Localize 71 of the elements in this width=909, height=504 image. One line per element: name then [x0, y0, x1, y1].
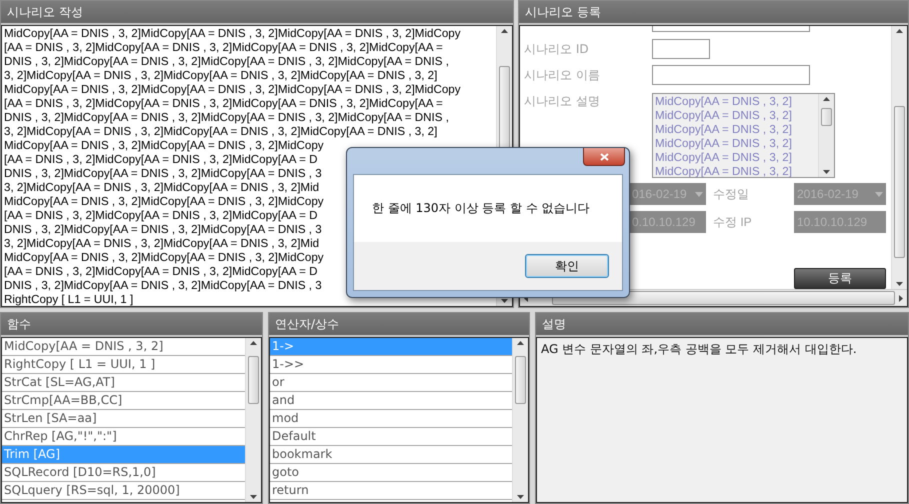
editor-line: [AA = DNIS , 3, 2]MidCopy[AA = DNIS , 3, 2]MidCopy[AA = DNIS , 3, 2]MidCopy[AA =: [4, 97, 443, 111]
input-field[interactable]: [652, 26, 810, 32]
vertical-scrollbar[interactable]: [891, 26, 907, 289]
scroll-down-arrow-icon[interactable]: [517, 495, 524, 499]
list-item[interactable]: and: [270, 392, 512, 410]
editor-line: 3, 2]MidCopy[AA = DNIS , 3, 2]MidCopy[AA = DNIS , 3, 2]Mid: [4, 181, 320, 195]
field-label: 시나리오 ID: [524, 40, 590, 58]
scroll-down-arrow-icon[interactable]: [501, 299, 508, 303]
close-icon: [600, 152, 608, 160]
scrollbar-thumb[interactable]: [821, 108, 832, 126]
vertical-scrollbar[interactable]: [818, 94, 834, 177]
scrollbar-thumb[interactable]: [515, 356, 526, 404]
list-item[interactable]: bookmark: [270, 446, 512, 464]
editor-line: DNIS , 3, 2]MidCopy[AA = DNIS , 3, 2]MidCopy[AA = DNIS , 3: [4, 223, 322, 237]
editor-line: RightCopy [ L1 = UUI, 1 ]: [4, 293, 134, 306]
editor-line: DNIS , 3, 2]MidCopy[AA = DNIS , 3, 2]MidCopy[AA = DNIS , 3: [4, 167, 322, 181]
list-item[interactable]: mod: [270, 410, 512, 428]
editor-line: DNIS , 3, 2]MidCopy[AA = DNIS , 3, 2]MidCopy[AA = DNIS , 3, 2]MidCopy[AA = DNIS ,: [4, 111, 449, 125]
scroll-down-arrow-icon[interactable]: [823, 170, 830, 174]
editor-line: DNIS , 3, 2]MidCopy[AA = DNIS , 3, 2]MidCopy[AA = DNIS , 3, 2]MidCopy[AA = DNIS ,: [4, 55, 449, 69]
editor-line: MidCopy[AA = DNIS , 3, 2]MidCopy[AA = DNIS , 3, 2]MidCopy[AA = DNIS , 3, 2]MidCopy: [4, 27, 461, 41]
editor-line: 3, 2]MidCopy[AA = DNIS , 3, 2]MidCopy[AA = DNIS , 3, 2]MidCopy[AA = DNIS , 3, 2]: [4, 69, 438, 83]
panel-title: 함수: [1, 313, 262, 337]
editor-line: [AA = DNIS , 3, 2]MidCopy[AA = DNIS , 3, 2]MidCopy[AA = D: [4, 265, 318, 279]
scroll-down-arrow-icon[interactable]: [896, 282, 903, 286]
ok-button[interactable]: 확인: [525, 254, 609, 278]
panel-title: 설명: [536, 313, 908, 337]
scroll-up-arrow-icon[interactable]: [823, 97, 830, 101]
editor-line: MidCopy[AA = DNIS , 3, 2]MidCopy[AA = DNIS , 3, 2]MidCopy: [4, 139, 324, 153]
scroll-up-arrow-icon[interactable]: [250, 341, 257, 345]
editor-line: 3, 2]MidCopy[AA = DNIS , 3, 2]MidCopy[AA = DNIS , 3, 2]Mid: [4, 237, 320, 251]
scroll-up-arrow-icon[interactable]: [501, 29, 508, 33]
list-item[interactable]: MidCopy[AA = DNIS , 3, 2]: [2, 338, 245, 356]
list-item[interactable]: RightCopy [ L1 = UUI, 1 ]: [2, 356, 245, 374]
scrollbar-thumb[interactable]: [248, 356, 259, 404]
editor-line: MidCopy[AA = DNIS , 3, 2]MidCopy[AA = DNIS , 3, 2]MidCopy: [4, 251, 324, 265]
scroll-down-arrow-icon[interactable]: [250, 495, 257, 499]
scroll-right-arrow-icon[interactable]: [899, 294, 903, 302]
editor-line: [AA = DNIS , 3, 2]MidCopy[AA = DNIS , 3, 2]MidCopy[AA = DNIS , 3, 2]MidCopy[AA =: [4, 41, 443, 55]
scrollbar-thumb[interactable]: [894, 106, 905, 258]
editor-line: MidCopy[AA = DNIS , 3, 2]MidCopy[AA = DNIS , 3, 2]MidCopy: [4, 195, 324, 209]
editor-line: [AA = DNIS , 3, 2]MidCopy[AA = DNIS , 3, 2]MidCopy[AA = D: [4, 209, 318, 223]
scroll-up-arrow-icon[interactable]: [517, 341, 524, 345]
scroll-up-arrow-icon[interactable]: [896, 29, 903, 33]
field-label: 수정 IP: [712, 214, 753, 230]
field-label: 시나리오 설명: [524, 93, 601, 110]
panel-title: 시나리오 등록: [519, 1, 908, 25]
editor-line: [AA = DNIS , 3, 2]MidCopy[AA = DNIS , 3, 2]MidCopy[AA = D: [4, 153, 318, 167]
close-button[interactable]: [583, 148, 625, 166]
list-item[interactable]: StrLen [SA=aa]: [2, 410, 245, 428]
description-text: AG 변수 문자열의 좌,우측 공백을 모두 제거해서 대입한다.: [540, 341, 858, 358]
editor-line: DNIS , 3, 2]MidCopy[AA = DNIS , 3, 2]MidCopy[AA = DNIS , 3: [4, 279, 322, 293]
vertical-scrollbar[interactable]: [245, 338, 261, 502]
list-item[interactable]: SQLRecord [D10=RS,1,0]: [2, 464, 245, 482]
register-button[interactable]: 등록: [794, 268, 886, 289]
editor-line: 3, 2]MidCopy[AA = DNIS , 3, 2]MidCopy[AA = DNIS , 3, 2]MidCopy[AA = DNIS , 3, 2]: [4, 125, 438, 139]
list-item[interactable]: StrCat [SL=AG,AT]: [2, 374, 245, 392]
input-field[interactable]: [652, 65, 810, 85]
vertical-scrollbar[interactable]: [512, 338, 528, 502]
input-field[interactable]: [652, 39, 710, 59]
field-label: 시나리오 이름: [524, 66, 601, 84]
list-item[interactable]: ChrRep [AG,"!",":"]: [2, 428, 245, 446]
list-item[interactable]: StrCmp[AA=BB,CC]: [2, 392, 245, 410]
list-item[interactable]: SQLquery [RS=sql, 1, 20000]: [2, 482, 245, 500]
field-label: 수정일: [712, 186, 750, 202]
panel-title: 연산자/상수: [269, 313, 529, 337]
panel-title: 시나리오 작성: [1, 1, 513, 25]
list-item[interactable]: Default: [270, 428, 512, 446]
dialog-message: 한 줄에 130자 이상 등록 할 수 없습니다: [354, 175, 622, 242]
list-item[interactable]: 1->>: [270, 356, 512, 374]
editor-line: MidCopy[AA = DNIS , 3, 2]MidCopy[AA = DNIS , 3, 2]MidCopy[AA = DNIS , 3, 2]MidCopy: [4, 83, 461, 97]
